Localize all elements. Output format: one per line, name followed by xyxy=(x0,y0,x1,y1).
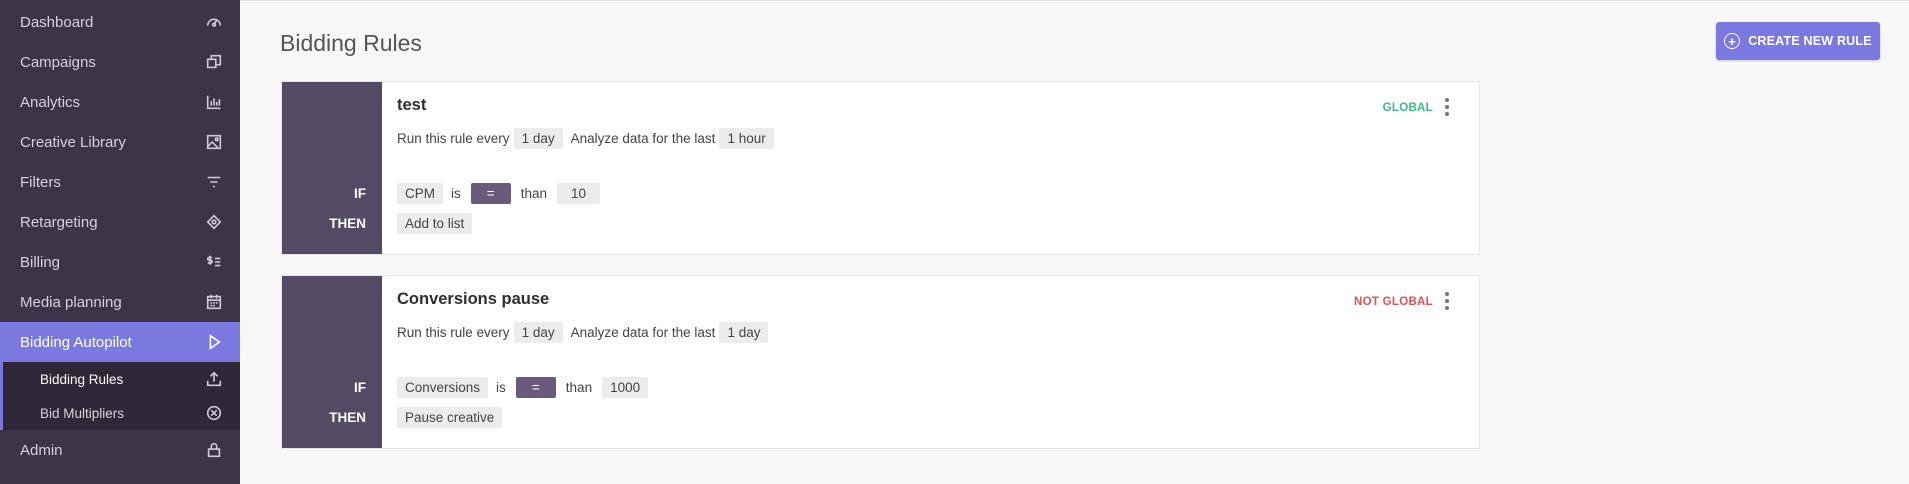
crosshair-icon xyxy=(204,212,224,232)
condition-line: Conversions is = than 1000 xyxy=(397,377,656,398)
sidebar-item-analytics[interactable]: Analytics xyxy=(0,82,240,122)
scope-badge: NOT GLOBAL xyxy=(1353,296,1433,308)
schedule-line: Run this rule every 1 day Analyze data f… xyxy=(397,128,782,149)
sidebar-item-media-planning[interactable]: Media planning xyxy=(0,282,240,322)
speedometer-icon xyxy=(204,12,224,32)
sidebar-subitem-bid-multipliers[interactable]: Bid Multipliers xyxy=(0,396,240,430)
sidebar-item-label: Creative Library xyxy=(20,133,126,151)
sidebar-item-billing[interactable]: Billing xyxy=(0,242,240,282)
action-chip[interactable]: Pause creative xyxy=(397,407,503,428)
more-options-icon[interactable] xyxy=(1445,98,1449,116)
scope-badge: GLOBAL xyxy=(1382,102,1433,114)
if-label: IF xyxy=(354,380,366,395)
page-title: Bidding Rules xyxy=(280,30,422,56)
rule-name[interactable]: Conversions pause xyxy=(397,290,549,309)
than-text: than xyxy=(565,380,593,395)
operator-chip[interactable]: = xyxy=(515,377,556,398)
calendar-icon xyxy=(204,292,224,312)
run-text: Run this rule every xyxy=(397,325,510,340)
analyze-text: Analyze data for the last xyxy=(570,131,716,146)
analyze-text: Analyze data for the last xyxy=(570,325,716,340)
then-label: THEN xyxy=(329,410,366,425)
sidebar-item-admin[interactable]: Admin xyxy=(0,430,240,470)
upload-icon xyxy=(204,369,224,389)
bar-chart-icon xyxy=(204,92,224,112)
more-options-icon[interactable] xyxy=(1445,292,1449,310)
dollar-list-icon xyxy=(204,252,224,272)
divider xyxy=(240,0,1909,1)
rule-condition-panel: IF THEN xyxy=(282,82,382,254)
sidebar-item-creative-library[interactable]: Creative Library xyxy=(0,122,240,162)
close-circle-icon xyxy=(204,403,224,423)
sidebar-item-label: Bid Multipliers xyxy=(40,405,125,421)
sidebar-item-campaigns[interactable]: Campaigns xyxy=(0,42,240,82)
rule-card: IF THEN test GLOBAL Run this rule every … xyxy=(281,81,1480,255)
threshold-chip[interactable]: 1000 xyxy=(602,377,649,398)
create-button-label: CREATE NEW RULE xyxy=(1748,34,1872,48)
metric-chip[interactable]: Conversions xyxy=(397,377,489,398)
analyze-period[interactable]: 1 day xyxy=(719,322,769,343)
threshold-chip[interactable]: 10 xyxy=(557,183,601,204)
run-frequency[interactable]: 1 day xyxy=(513,322,563,343)
if-label: IF xyxy=(354,186,366,201)
analyze-period[interactable]: 1 hour xyxy=(719,128,774,149)
sidebar-item-bidding-autopilot[interactable]: Bidding Autopilot xyxy=(0,322,240,362)
action-chip[interactable]: Add to list xyxy=(397,213,473,234)
sidebar-item-filters[interactable]: Filters xyxy=(0,162,240,202)
metric-chip[interactable]: CPM xyxy=(397,183,443,204)
rule-card: IF THEN Conversions pause NOT GLOBAL Run… xyxy=(281,275,1480,449)
than-text: than xyxy=(520,186,548,201)
rule-condition-panel: IF THEN xyxy=(282,276,382,448)
sidebar: Dashboard Campaigns Analytics Creative L… xyxy=(0,0,240,484)
create-new-rule-button[interactable]: + CREATE NEW RULE xyxy=(1716,22,1880,60)
sidebar-item-label: Media planning xyxy=(20,293,122,311)
copy-icon xyxy=(204,52,224,72)
image-icon xyxy=(204,132,224,152)
sidebar-item-label: Analytics xyxy=(20,93,81,111)
action-line: Add to list xyxy=(397,213,480,234)
operator-chip[interactable]: = xyxy=(470,183,511,204)
schedule-line: Run this rule every 1 day Analyze data f… xyxy=(397,322,776,343)
action-line: Pause creative xyxy=(397,407,510,428)
plus-circle-icon: + xyxy=(1724,33,1741,49)
sidebar-item-dashboard[interactable]: Dashboard xyxy=(0,2,240,42)
sidebar-subitem-bidding-rules[interactable]: Bidding Rules xyxy=(0,362,240,396)
play-icon xyxy=(204,332,224,352)
rule-name[interactable]: test xyxy=(397,96,426,115)
run-frequency[interactable]: 1 day xyxy=(513,128,563,149)
sidebar-item-retargeting[interactable]: Retargeting xyxy=(0,202,240,242)
sidebar-item-label: Dashboard xyxy=(20,13,94,31)
sidebar-item-label: Bidding Autopilot xyxy=(20,333,132,351)
then-label: THEN xyxy=(329,216,366,231)
sidebar-item-label: Admin xyxy=(20,441,63,459)
lock-icon xyxy=(204,440,224,460)
run-text: Run this rule every xyxy=(397,131,510,146)
condition-line: CPM is = than 10 xyxy=(397,183,608,204)
sidebar-item-label: Filters xyxy=(20,173,61,191)
is-text: is xyxy=(496,380,506,395)
sidebar-item-label: Billing xyxy=(20,253,61,271)
is-text: is xyxy=(451,186,461,201)
sidebar-item-label: Bidding Rules xyxy=(40,371,124,387)
filter-icon xyxy=(204,172,224,192)
sidebar-item-label: Retargeting xyxy=(20,213,98,231)
sidebar-item-label: Campaigns xyxy=(20,53,96,71)
